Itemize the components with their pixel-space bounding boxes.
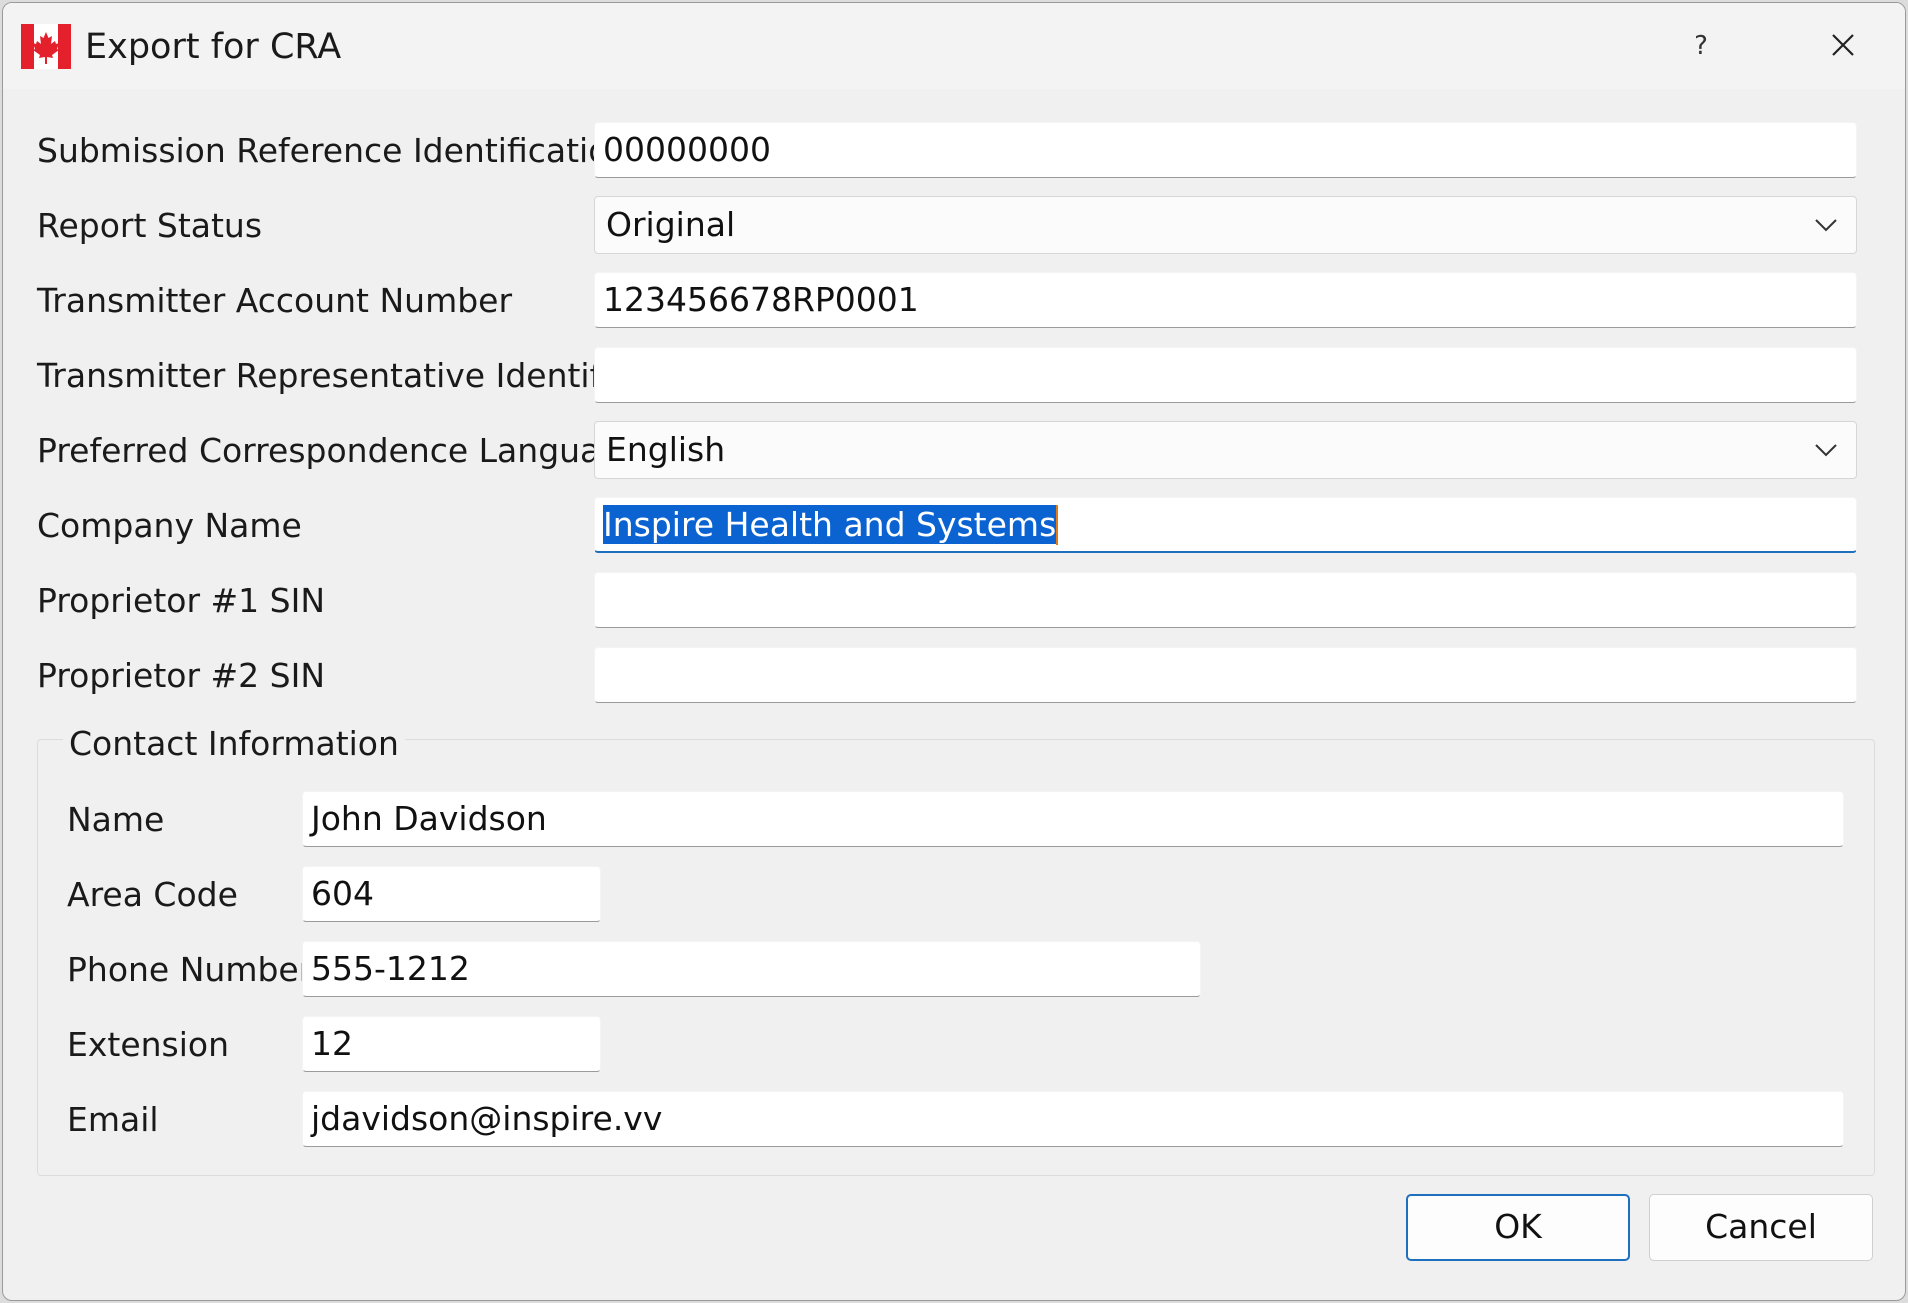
chevron-down-icon: [1815, 444, 1837, 457]
ok-button[interactable]: OK: [1406, 1194, 1630, 1261]
submission-ref-input[interactable]: 00000000: [594, 122, 1857, 178]
company-name-input[interactable]: Inspire Health and Systems: [594, 497, 1857, 553]
canada-flag-icon: [21, 24, 71, 69]
proprietor1-input[interactable]: [594, 572, 1857, 628]
area-code-input[interactable]: 604: [302, 866, 601, 922]
proprietor1-label: Proprietor #1 SIN: [37, 581, 326, 620]
contact-group-title: Contact Information: [63, 724, 405, 764]
area-code-label: Area Code: [67, 875, 238, 914]
proprietor2-input[interactable]: [594, 647, 1857, 703]
close-icon: [1832, 34, 1854, 56]
company-name-label: Company Name: [37, 506, 302, 545]
help-button[interactable]: ?: [1663, 3, 1739, 89]
proprietor2-label: Proprietor #2 SIN: [37, 656, 326, 695]
export-dialog: Export for CRA ? Submission Reference Id…: [2, 2, 1906, 1301]
extension-label: Extension: [67, 1025, 230, 1064]
contact-name-input[interactable]: John Davidson: [302, 791, 1844, 847]
contact-name-label: Name: [67, 800, 165, 839]
close-button[interactable]: [1793, 3, 1893, 89]
report-status-value: Original: [606, 205, 736, 244]
window-title: Export for CRA: [85, 27, 342, 67]
phone-input[interactable]: 555-1212: [302, 941, 1201, 997]
transmitter-rep-label: Transmitter Representative Identifier: [37, 356, 645, 395]
chevron-down-icon: [1815, 219, 1837, 232]
text-caret: [1056, 504, 1059, 545]
selected-text: Inspire Health and Systems: [603, 505, 1057, 544]
phone-label: Phone Number: [67, 950, 313, 989]
language-value: English: [606, 430, 726, 469]
email-input[interactable]: jdavidson@inspire.vv: [302, 1091, 1844, 1147]
language-label: Preferred Correspondence Language: [37, 431, 642, 470]
report-status-label: Report Status: [37, 206, 263, 245]
title-bar: Export for CRA ?: [3, 3, 1905, 89]
transmitter-account-input[interactable]: 123456678RP0001: [594, 272, 1857, 328]
language-select[interactable]: English: [594, 421, 1857, 479]
cancel-button[interactable]: Cancel: [1649, 1194, 1873, 1261]
submission-ref-label: Submission Reference Identification: [37, 131, 630, 170]
report-status-select[interactable]: Original: [594, 196, 1857, 254]
transmitter-rep-input[interactable]: [594, 347, 1857, 403]
extension-input[interactable]: 12: [302, 1016, 601, 1072]
email-label: Email: [67, 1100, 159, 1139]
transmitter-account-label: Transmitter Account Number: [37, 281, 513, 320]
